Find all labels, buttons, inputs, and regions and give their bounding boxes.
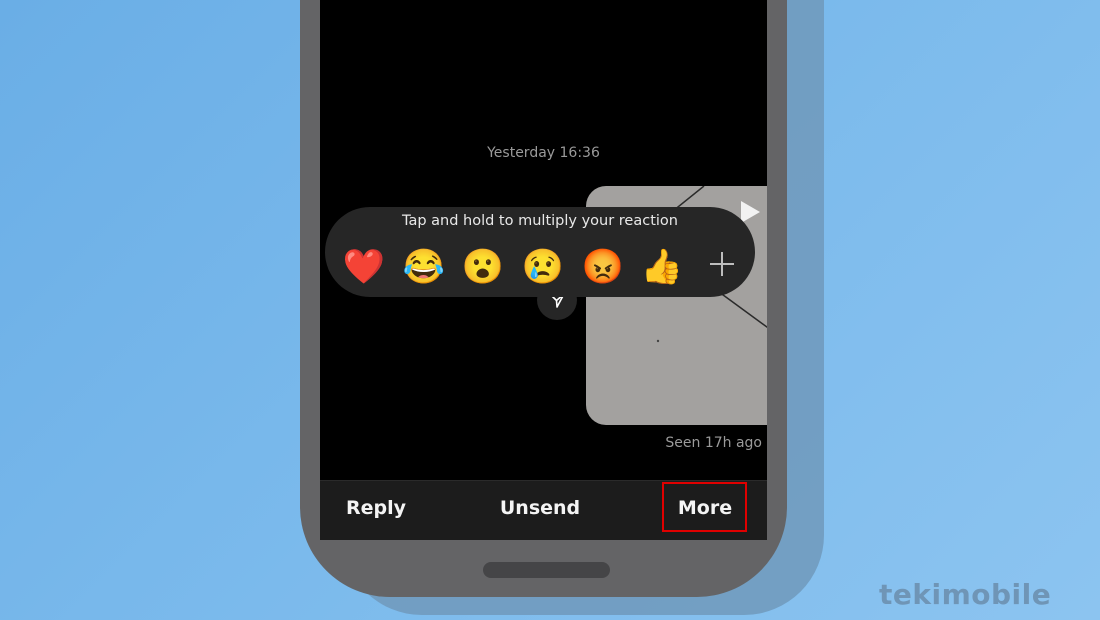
unsend-button[interactable]: Unsend bbox=[490, 481, 590, 540]
reply-button[interactable]: Reply bbox=[332, 481, 420, 540]
reaction-crying[interactable]: 😢 bbox=[521, 245, 565, 289]
plus-icon[interactable] bbox=[705, 247, 739, 281]
message-timestamp: Yesterday 16:36 bbox=[487, 145, 600, 161]
home-indicator bbox=[483, 562, 610, 578]
seen-status: Seen 17h ago bbox=[665, 435, 762, 451]
watermark-logo: tekimobile bbox=[879, 578, 1052, 611]
more-highlight-box bbox=[662, 482, 747, 532]
reaction-heart[interactable]: ❤️ bbox=[342, 245, 386, 289]
reaction-angry[interactable]: 😡 bbox=[581, 245, 625, 289]
reaction-laughing-tears[interactable]: 😂 bbox=[402, 245, 446, 289]
reaction-tray: Tap and hold to multiply your reaction ❤… bbox=[325, 207, 755, 297]
reaction-surprised[interactable]: 😮 bbox=[461, 245, 505, 289]
reaction-thumbs-up[interactable]: 👍 bbox=[640, 245, 684, 289]
reaction-hint: Tap and hold to multiply your reaction bbox=[401, 213, 678, 229]
